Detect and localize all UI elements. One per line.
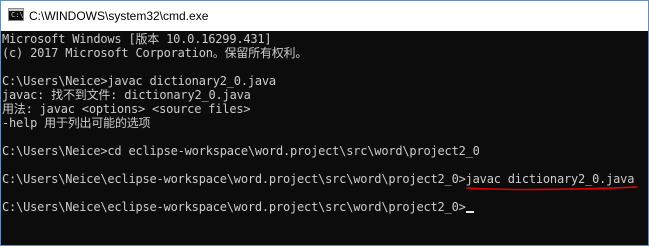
title-bar[interactable]: C:\ C:\WINDOWS\system32\cmd.exe [1, 1, 648, 31]
console-line-error: javac: 找不到文件: dictionary2_0.java [2, 88, 251, 102]
console-prompt-line[interactable]: C:\Users\Neice\eclipse-workspace\word.pr… [2, 200, 474, 214]
console-output[interactable]: Microsoft Windows [版本 10.0.16299.431] (c… [1, 32, 648, 245]
console-line-copyright: (c) 2017 Microsoft Corporation。保留所有权利。 [2, 46, 308, 60]
window-title: C:\WINDOWS\system32\cmd.exe [29, 9, 209, 23]
console-line-command: C:\Users\Neice>javac dictionary2_0.java [2, 74, 276, 88]
console-line-command: C:\Users\Neice>cd eclipse-workspace\word… [2, 144, 480, 158]
console-line-usage: 用法: javac <options> <source files> [2, 102, 251, 116]
cmd-console-icon: C:\ [8, 8, 24, 21]
cmd-window: C:\ C:\WINDOWS\system32\cmd.exe Microsof… [0, 0, 649, 246]
console-line-command: C:\Users\Neice\eclipse-workspace\word.pr… [2, 172, 635, 186]
console-line-version: Microsoft Windows [版本 10.0.16299.431] [2, 32, 272, 46]
red-underline-stroke [466, 186, 638, 191]
text-cursor [465, 211, 474, 213]
console-line-help: -help 用于列出可能的选项 [2, 116, 151, 130]
console-prompt: C:\Users\Neice\eclipse-workspace\word.pr… [2, 200, 466, 214]
